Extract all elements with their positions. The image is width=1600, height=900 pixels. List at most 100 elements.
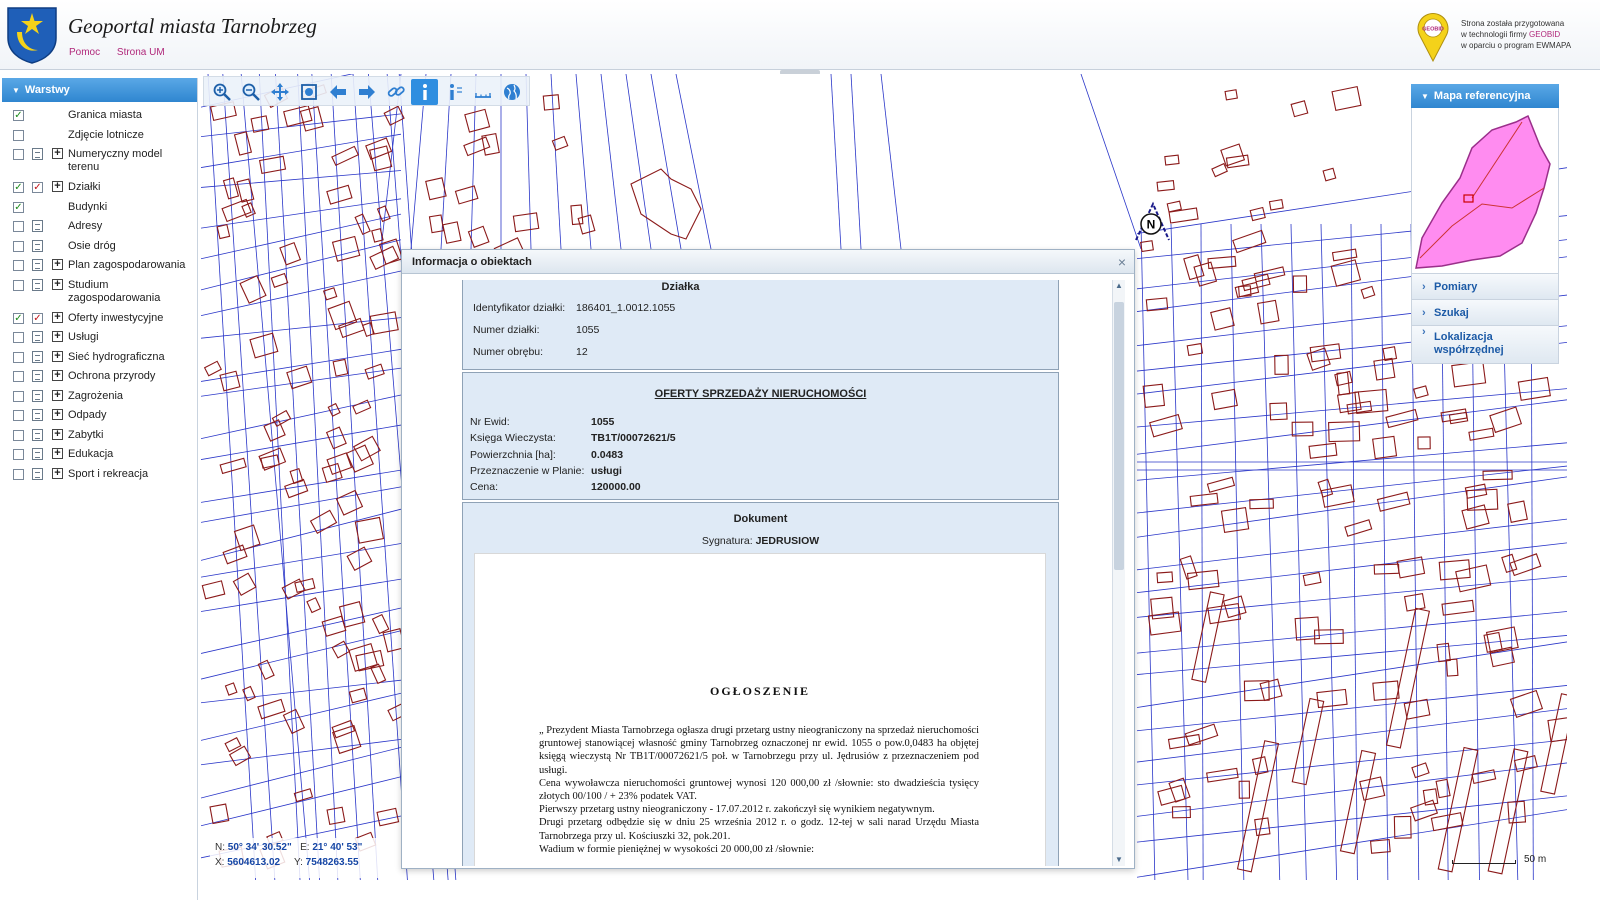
- layer-label[interactable]: Granica miasta: [68, 109, 196, 122]
- legend-document-icon[interactable]: [32, 409, 43, 421]
- layer-visibility-checkbox[interactable]: [13, 410, 24, 421]
- layer-label[interactable]: Działki: [68, 181, 196, 194]
- layer-visibility-checkbox[interactable]: ✓: [13, 110, 24, 121]
- expand-plus-icon[interactable]: +: [52, 278, 63, 290]
- layer-label[interactable]: Studium zagospodarowania: [68, 279, 196, 305]
- layer-item[interactable]: Osie dróg: [2, 238, 197, 258]
- layers-panel-header[interactable]: ▼ Warstwy: [2, 78, 197, 102]
- expand-plus-icon[interactable]: +: [52, 259, 63, 270]
- legend-document-icon[interactable]: [32, 350, 43, 363]
- expand-plus-icon[interactable]: +: [52, 370, 63, 381]
- layer-visibility-checkbox[interactable]: [13, 221, 24, 232]
- layer-item[interactable]: + Sieć hydrograficzna: [2, 349, 197, 369]
- layer-item[interactable]: + Zabytki: [2, 427, 197, 447]
- layer-visibility-checkbox[interactable]: ✓: [13, 182, 24, 193]
- layer-visibility-checkbox[interactable]: ✓: [13, 201, 24, 213]
- zoom-extent-icon[interactable]: [295, 79, 322, 105]
- reference-map[interactable]: [1411, 108, 1559, 274]
- collapse-triangle-icon[interactable]: ▼: [12, 86, 20, 95]
- layer-item[interactable]: Adresy: [2, 218, 197, 238]
- zoom-in-icon[interactable]: [208, 79, 235, 105]
- layer-label[interactable]: Edukacja: [68, 448, 196, 461]
- back-arrow-icon[interactable]: [324, 79, 351, 105]
- legend-document-icon[interactable]: [32, 467, 43, 480]
- layer-label[interactable]: Adresy: [68, 220, 196, 233]
- layer-visibility-checkbox[interactable]: [13, 260, 24, 271]
- layer-item[interactable]: + Studium zagospodarowania: [2, 277, 197, 310]
- right-panel-item[interactable]: Pomiary: [1411, 274, 1559, 300]
- forward-arrow-icon[interactable]: [353, 79, 380, 105]
- layer-visibility-checkbox[interactable]: [13, 240, 24, 252]
- layer-visibility-checkbox[interactable]: [13, 129, 24, 141]
- expand-plus-icon[interactable]: +: [52, 148, 63, 159]
- layer-item[interactable]: + Sport i rekreacja: [2, 466, 197, 486]
- close-icon[interactable]: ×: [1118, 254, 1126, 270]
- layer-item[interactable]: ✓ Granica miasta: [2, 107, 197, 127]
- legend-document-icon[interactable]: [32, 278, 43, 291]
- layer-visibility-checkbox[interactable]: [13, 149, 24, 160]
- layer-item[interactable]: ✓ ✓ + Działki: [2, 179, 197, 199]
- city-hall-link[interactable]: Strona UM: [117, 47, 165, 58]
- legend-document-icon[interactable]: [32, 331, 43, 343]
- layer-visibility-checkbox[interactable]: [13, 468, 24, 480]
- layer-label[interactable]: Zdjęcie lotnicze: [68, 129, 196, 142]
- layer-label[interactable]: Usługi: [68, 331, 196, 344]
- layer-item[interactable]: + Usługi: [2, 329, 197, 349]
- layer-visibility-checkbox[interactable]: [13, 429, 24, 441]
- expand-plus-icon[interactable]: +: [52, 389, 63, 401]
- layer-item[interactable]: ✓ Budynki: [2, 199, 197, 219]
- dialog-titlebar[interactable]: Informacja o obiektach: [402, 250, 1134, 274]
- layer-visibility-checkbox[interactable]: [13, 279, 24, 291]
- layer-item[interactable]: + Odpady: [2, 407, 197, 427]
- layer-label[interactable]: Oferty inwestycyjne: [68, 312, 196, 325]
- expand-plus-icon[interactable]: +: [52, 181, 63, 192]
- layer-item[interactable]: + Edukacja: [2, 446, 197, 466]
- layer-label[interactable]: Osie dróg: [68, 240, 196, 253]
- layer-visibility-checkbox[interactable]: [13, 351, 24, 363]
- help-link[interactable]: Pomoc: [69, 47, 100, 58]
- right-panel-item[interactable]: Lokalizacja współrzędnej: [1411, 326, 1559, 364]
- layer-label[interactable]: Zabytki: [68, 429, 196, 442]
- layer-label[interactable]: Budynki: [68, 201, 196, 214]
- layer-label[interactable]: Plan zagospodarowania: [68, 259, 196, 272]
- sale-offers-header[interactable]: OFERTY SPRZEDAŻY NIERUCHOMOŚCI: [463, 373, 1058, 400]
- pan-icon[interactable]: [266, 79, 293, 105]
- layer-label[interactable]: Sieć hydrograficzna: [68, 351, 196, 364]
- expand-plus-icon[interactable]: +: [52, 409, 63, 420]
- legend-document-icon[interactable]: [32, 239, 43, 252]
- expand-plus-icon[interactable]: +: [52, 448, 63, 459]
- layer-item[interactable]: + Zagrożenia: [2, 388, 197, 408]
- legend-document-icon[interactable]: [32, 428, 43, 441]
- layer-item[interactable]: Zdjęcie lotnicze: [2, 127, 197, 147]
- layer-label[interactable]: Ochrona przyrody: [68, 370, 196, 383]
- expand-plus-icon[interactable]: +: [52, 350, 63, 362]
- reference-map-header[interactable]: ▼ Mapa referencyjna: [1411, 84, 1559, 108]
- expand-plus-icon[interactable]: +: [52, 331, 63, 342]
- legend-document-icon[interactable]: [32, 448, 43, 460]
- dialog-scrollbar[interactable]: ▲ ▼: [1112, 280, 1125, 866]
- legend-document-icon[interactable]: [32, 220, 43, 232]
- layer-item[interactable]: + Numeryczny model terenu: [2, 146, 197, 179]
- info-list-icon[interactable]: [440, 79, 467, 105]
- zoom-out-icon[interactable]: [237, 79, 264, 105]
- layer-info-checkbox[interactable]: ✓: [32, 312, 43, 324]
- collapse-triangle-icon[interactable]: ▼: [1421, 92, 1429, 101]
- layer-item[interactable]: + Plan zagospodarowania: [2, 257, 197, 277]
- document-scan-image[interactable]: OGŁOSZENIE „ Prezydent Miasta Tarnobrzeg…: [474, 553, 1046, 866]
- globe-icon[interactable]: [498, 79, 525, 105]
- expand-plus-icon[interactable]: +: [52, 428, 63, 440]
- geobid-link[interactable]: GEOBID: [1529, 30, 1560, 39]
- layer-label[interactable]: Sport i rekreacja: [68, 468, 196, 481]
- geobid-logo[interactable]: GEOBID: [1416, 12, 1450, 62]
- scroll-down-icon[interactable]: ▼: [1114, 855, 1124, 865]
- layer-info-checkbox[interactable]: ✓: [32, 182, 43, 193]
- city-coat-of-arms-logo[interactable]: [6, 6, 58, 64]
- expand-plus-icon[interactable]: +: [52, 467, 63, 479]
- legend-document-icon[interactable]: [32, 370, 43, 382]
- legend-document-icon[interactable]: [32, 389, 43, 402]
- measure-icon[interactable]: [469, 79, 496, 105]
- scrollbar-thumb[interactable]: [1114, 302, 1124, 570]
- layer-label[interactable]: Odpady: [68, 409, 196, 422]
- layer-label[interactable]: Numeryczny model terenu: [68, 148, 196, 174]
- info-icon[interactable]: [411, 79, 438, 105]
